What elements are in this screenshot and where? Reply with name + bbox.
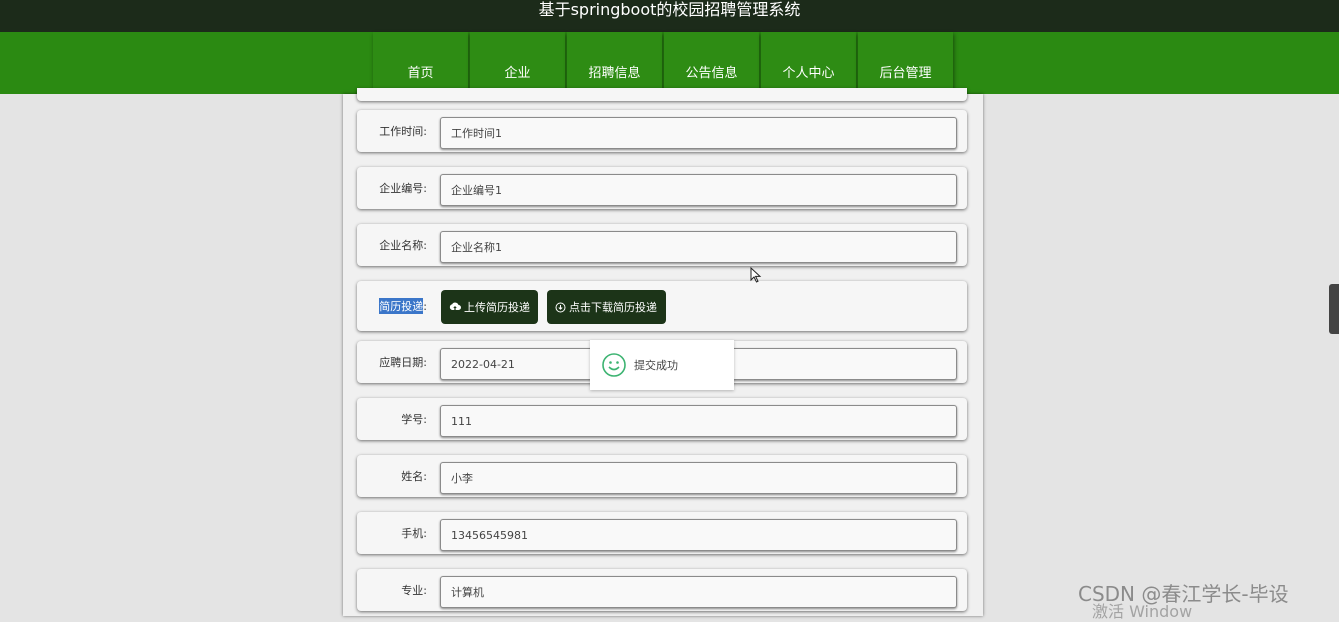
site-title-bar: 基于springboot的校园招聘管理系统 [0,0,1339,32]
upload-resume-label: 上传简历投递 [464,301,530,314]
nav-company[interactable]: 企业 [470,32,565,94]
work-time-label: 工作时间: [379,125,427,138]
phone-label: 手机: [401,527,427,540]
mouse-pointer-icon [750,267,762,283]
form-row-company-no: 企业编号: 企业编号1 [357,167,967,209]
form-row-name: 姓名: 小李 [357,455,967,497]
resume-label: 简历投递: [379,281,427,331]
student-no-input[interactable]: 111 [440,405,957,437]
major-input[interactable]: 计算机 [440,576,957,608]
download-resume-label: 点击下载简历投递 [569,301,657,314]
windows-activate-watermark: 激活 Window [1092,602,1193,621]
form-row-major: 专业: 计算机 [357,569,967,611]
form-row-student-no: 学号: 111 [357,398,967,440]
nav-items: 首页 企业 招聘信息 公告信息 个人中心 后台管理 [373,32,955,94]
nav-personal-center[interactable]: 个人中心 [761,32,856,94]
form-row-partial [357,88,967,101]
site-title: 基于springboot的校园招聘管理系统 [538,0,801,19]
nav-home[interactable]: 首页 [373,32,468,94]
upload-resume-button[interactable]: 上传简历投递 [441,290,538,324]
form-row-work-time: 工作时间: 工作时间1 [357,110,967,152]
cloud-upload-icon [449,302,461,310]
success-toast: 提交成功 [590,340,734,390]
student-no-label: 学号: [401,413,427,426]
apply-date-label: 应聘日期: [379,356,427,369]
nav-recruitment[interactable]: 招聘信息 [567,32,662,94]
name-input[interactable]: 小李 [440,462,957,494]
form-row-resume: 简历投递: 上传简历投递 点击下载简历投递 [357,281,967,331]
work-time-input[interactable]: 工作时间1 [440,117,957,149]
resume-label-colon: : [423,299,427,313]
company-no-input[interactable]: 企业编号1 [440,174,957,206]
resume-label-text: 简历投递 [379,298,424,314]
name-label: 姓名: [401,470,427,483]
company-name-input[interactable]: 企业名称1 [440,231,957,263]
form-row-phone: 手机: 13456545981 [357,512,967,554]
download-resume-button[interactable]: 点击下载简历投递 [547,290,666,324]
phone-input[interactable]: 13456545981 [440,519,957,551]
nav-announcements[interactable]: 公告信息 [664,32,759,94]
company-no-label: 企业编号: [379,182,427,195]
major-label: 专业: [401,584,427,597]
form-row-company-name: 企业名称: 企业名称1 [357,224,967,266]
nav-admin[interactable]: 后台管理 [858,32,953,94]
smile-icon [602,353,626,377]
side-scroll-tab[interactable] [1329,284,1339,334]
main-nav: 首页 企业 招聘信息 公告信息 个人中心 后台管理 [0,32,1339,94]
company-name-label: 企业名称: [379,239,427,252]
toast-message: 提交成功 [634,359,678,372]
download-circle-icon [555,302,566,312]
